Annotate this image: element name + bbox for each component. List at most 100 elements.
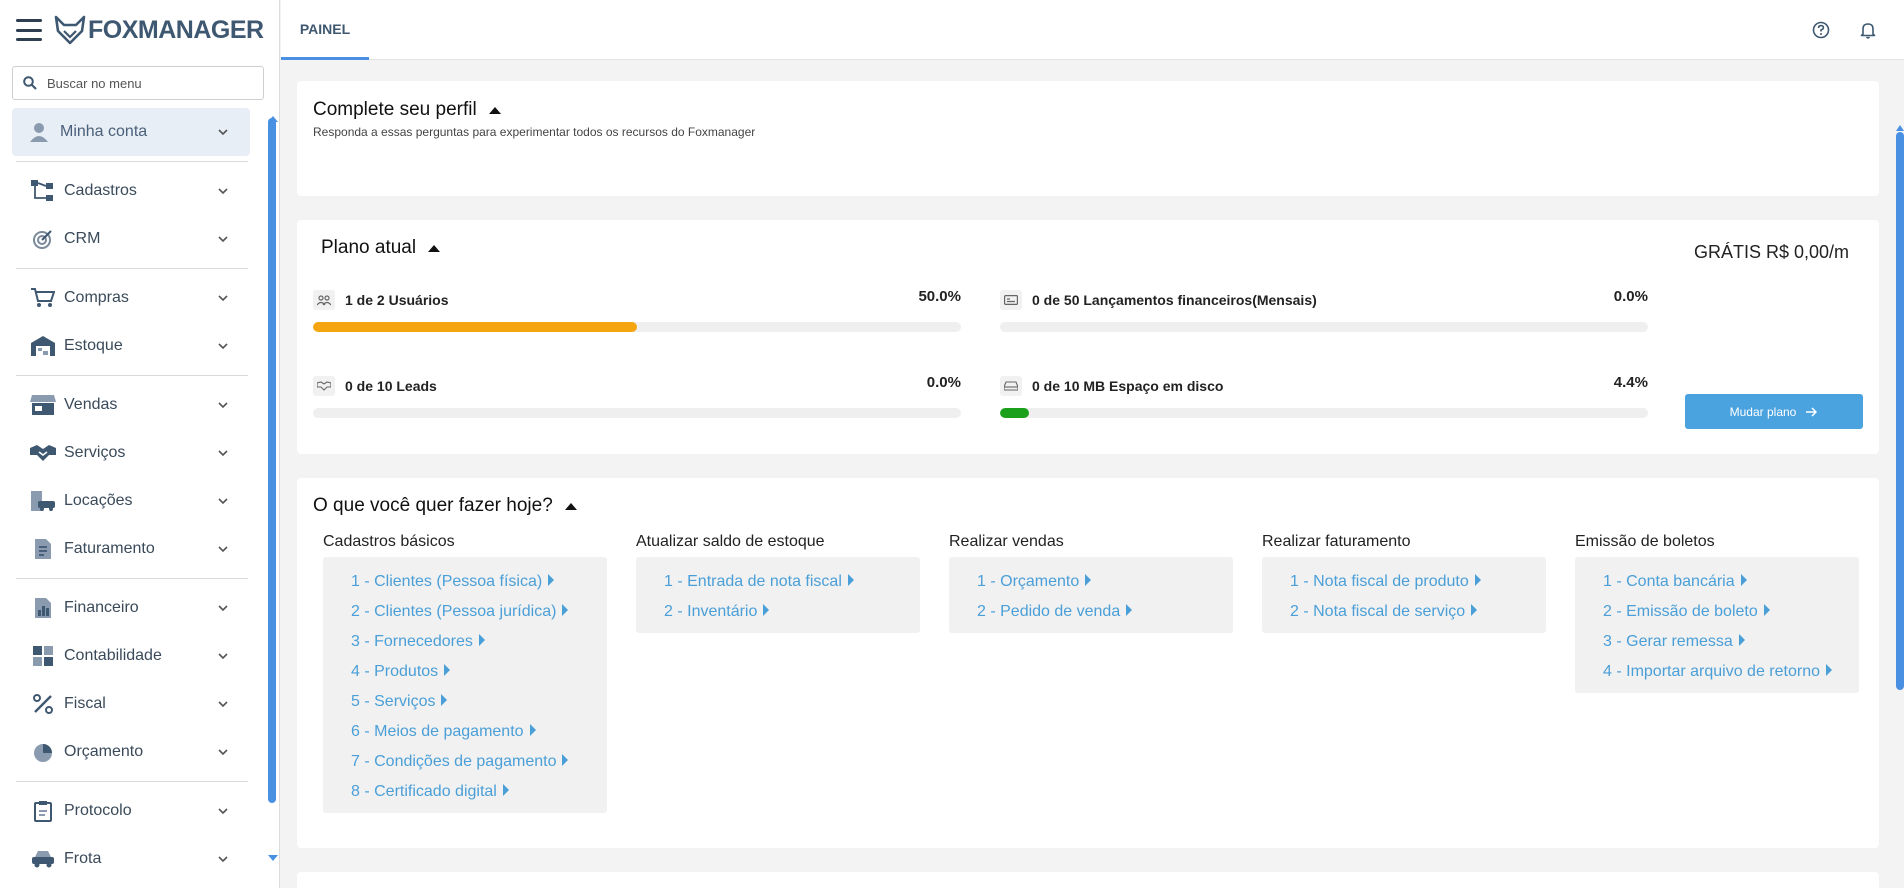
sidebar-item-label: Estoque [64,337,123,354]
sidebar-scroll-down[interactable] [268,855,278,861]
sidebar-item-servicos[interactable]: Serviços [12,429,250,477]
caret-right-icon [763,604,770,616]
sidebar-item-estoque[interactable]: Estoque [12,322,250,370]
sidebar-item-cadastros[interactable]: Cadastros [12,167,250,215]
todo-link[interactable]: 3 - Gerar remessa [1603,627,1859,657]
fox-logo-icon [54,15,86,45]
caret-right-icon [1826,664,1832,676]
main-scrollbar[interactable] [1896,132,1904,690]
divider [16,781,248,782]
usage-label: 0 de 50 Lançamentos financeiros(Mensais) [1032,292,1317,308]
todo-link[interactable]: 2 - Clientes (Pessoa jurídica) [351,597,607,627]
brand-name: FOXMANAGER [88,15,264,44]
sidebar-item-protocolo[interactable]: Protocolo [12,787,250,835]
chevron-down-icon [218,188,228,195]
sidebar-item-faturamento[interactable]: Faturamento [12,525,250,573]
plan-title-text: Plano atual [321,237,417,258]
sidebar-item-label: Frota [64,850,102,867]
caret-right-icon [1738,634,1745,646]
todo-link[interactable]: 2 - Emissão de boleto [1603,597,1859,627]
clipboard-icon [30,799,56,823]
todo-link-text: 1 - Orçamento [977,573,1080,590]
sidebar-item-vendas[interactable]: Vendas [12,381,250,429]
pie-chart-icon [30,740,56,764]
change-plan-button[interactable]: Mudar plano [1685,394,1863,429]
sidebar-scrollbar[interactable] [268,118,276,803]
todo-link[interactable]: 1 - Clientes (Pessoa física) [351,567,607,597]
todo-link[interactable]: 2 - Inventário [664,597,920,627]
menu-search[interactable] [12,66,264,100]
profile-subtitle: Responda a essas perguntas para experime… [313,125,756,139]
chevron-down-icon [218,605,228,612]
sidebar-item-label: Vendas [64,396,118,413]
brand-logo[interactable]: FOXMANAGER [54,15,264,45]
todo-link[interactable]: 4 - Produtos [351,657,607,687]
usage-progress-bar [313,408,961,418]
sidebar: FOXMANAGER Minha conta Cadastros CRM [0,0,280,888]
todo-link[interactable]: 1 - Conta bancária [1603,567,1859,597]
todo-link[interactable]: 5 - Serviços [351,687,607,717]
usage-percent: 0.0% [926,374,961,391]
todo-link[interactable]: 4 - Importar arquivo de retorno [1603,657,1859,687]
sidebar-item-compras[interactable]: Compras [12,274,250,322]
todo-link-text: 8 - Certificado digital [351,783,497,800]
sidebar-item-fiscal[interactable]: Fiscal [12,680,250,728]
collapse-caret-icon [564,502,577,510]
main-scroll-up[interactable] [1896,125,1904,131]
chevron-down-icon [218,236,228,243]
divider [16,161,248,162]
caret-right-icon [548,574,555,586]
sidebar-item-minha-conta[interactable]: Minha conta [12,108,250,156]
chevron-down-icon [218,701,228,708]
tab-painel[interactable]: PAINEL [281,0,369,60]
usage-progress-bar [1000,408,1648,418]
arrow-right-icon [1806,406,1818,417]
todo-column-title: Atualizar saldo de estoque [636,533,825,550]
chevron-down-icon [218,343,228,350]
todo-link-text: 7 - Condições de pagamento [351,753,557,770]
usage-progress-bar [1000,322,1648,332]
todo-link-list: 1 - Clientes (Pessoa física) 2 - Clientes… [323,557,607,813]
todo-link-text: 4 - Produtos [351,663,439,680]
plan-price: GRÁTIS R$ 0,00/m [1693,242,1849,262]
todo-link[interactable]: 3 - Fornecedores [351,627,607,657]
profile-title[interactable]: Complete seu perfil [313,99,501,121]
handshake-icon [30,441,56,465]
sidebar-item-financeiro[interactable]: Financeiro [12,584,250,632]
usage-label: 1 de 2 Usuários [345,292,449,308]
todo-link-text: 2 - Emissão de boleto [1603,603,1758,620]
todo-link[interactable]: 1 - Nota fiscal de produto [1290,567,1546,597]
todo-card: O que você quer fazer hoje? Cadastros bá… [297,478,1879,848]
sidebar-item-label: Protocolo [64,802,132,819]
sidebar-item-contabilidade[interactable]: Contabilidade [12,632,250,680]
help-icon[interactable] [1811,20,1831,40]
sidebar-item-frota[interactable]: Frota [12,835,250,883]
todo-link-text: 4 - Importar arquivo de retorno [1603,663,1820,680]
todo-title[interactable]: O que você quer fazer hoje? [313,495,577,517]
todo-link-text: 1 - Nota fiscal de produto [1290,573,1469,590]
todo-link[interactable]: 7 - Condições de pagamento [351,747,607,777]
todo-column-title: Cadastros básicos [323,533,455,550]
plan-title[interactable]: Plano atual [321,237,441,259]
sidebar-item-crm[interactable]: CRM [12,215,250,263]
sidebar-item-orcamento[interactable]: Orçamento [12,728,250,776]
warehouse-icon [30,334,56,358]
todo-link-text: 1 - Conta bancária [1603,573,1735,590]
sidebar-item-label: Cadastros [64,182,137,199]
sidebar-item-locacoes[interactable]: Locações [12,477,250,525]
search-input[interactable] [47,75,247,91]
menu-toggle-icon[interactable] [16,19,42,41]
todo-link[interactable]: 6 - Meios de pagamento [351,717,607,747]
divider [16,578,248,579]
todo-link[interactable]: 2 - Pedido de venda [977,597,1233,627]
todo-link[interactable]: 2 - Nota fiscal de serviço [1290,597,1546,627]
notification-bell-icon[interactable] [1858,20,1878,40]
todo-link-text: 1 - Entrada de nota fiscal [664,573,842,590]
todo-link[interactable]: 1 - Entrada de nota fiscal [664,567,920,597]
caret-right-icon [1126,604,1133,616]
todo-link[interactable]: 8 - Certificado digital [351,777,607,807]
todo-link[interactable]: 1 - Orçamento [977,567,1233,597]
caret-right-icon [444,664,451,676]
todo-column-title: Realizar faturamento [1262,533,1411,550]
caret-right-icon [1763,604,1770,616]
